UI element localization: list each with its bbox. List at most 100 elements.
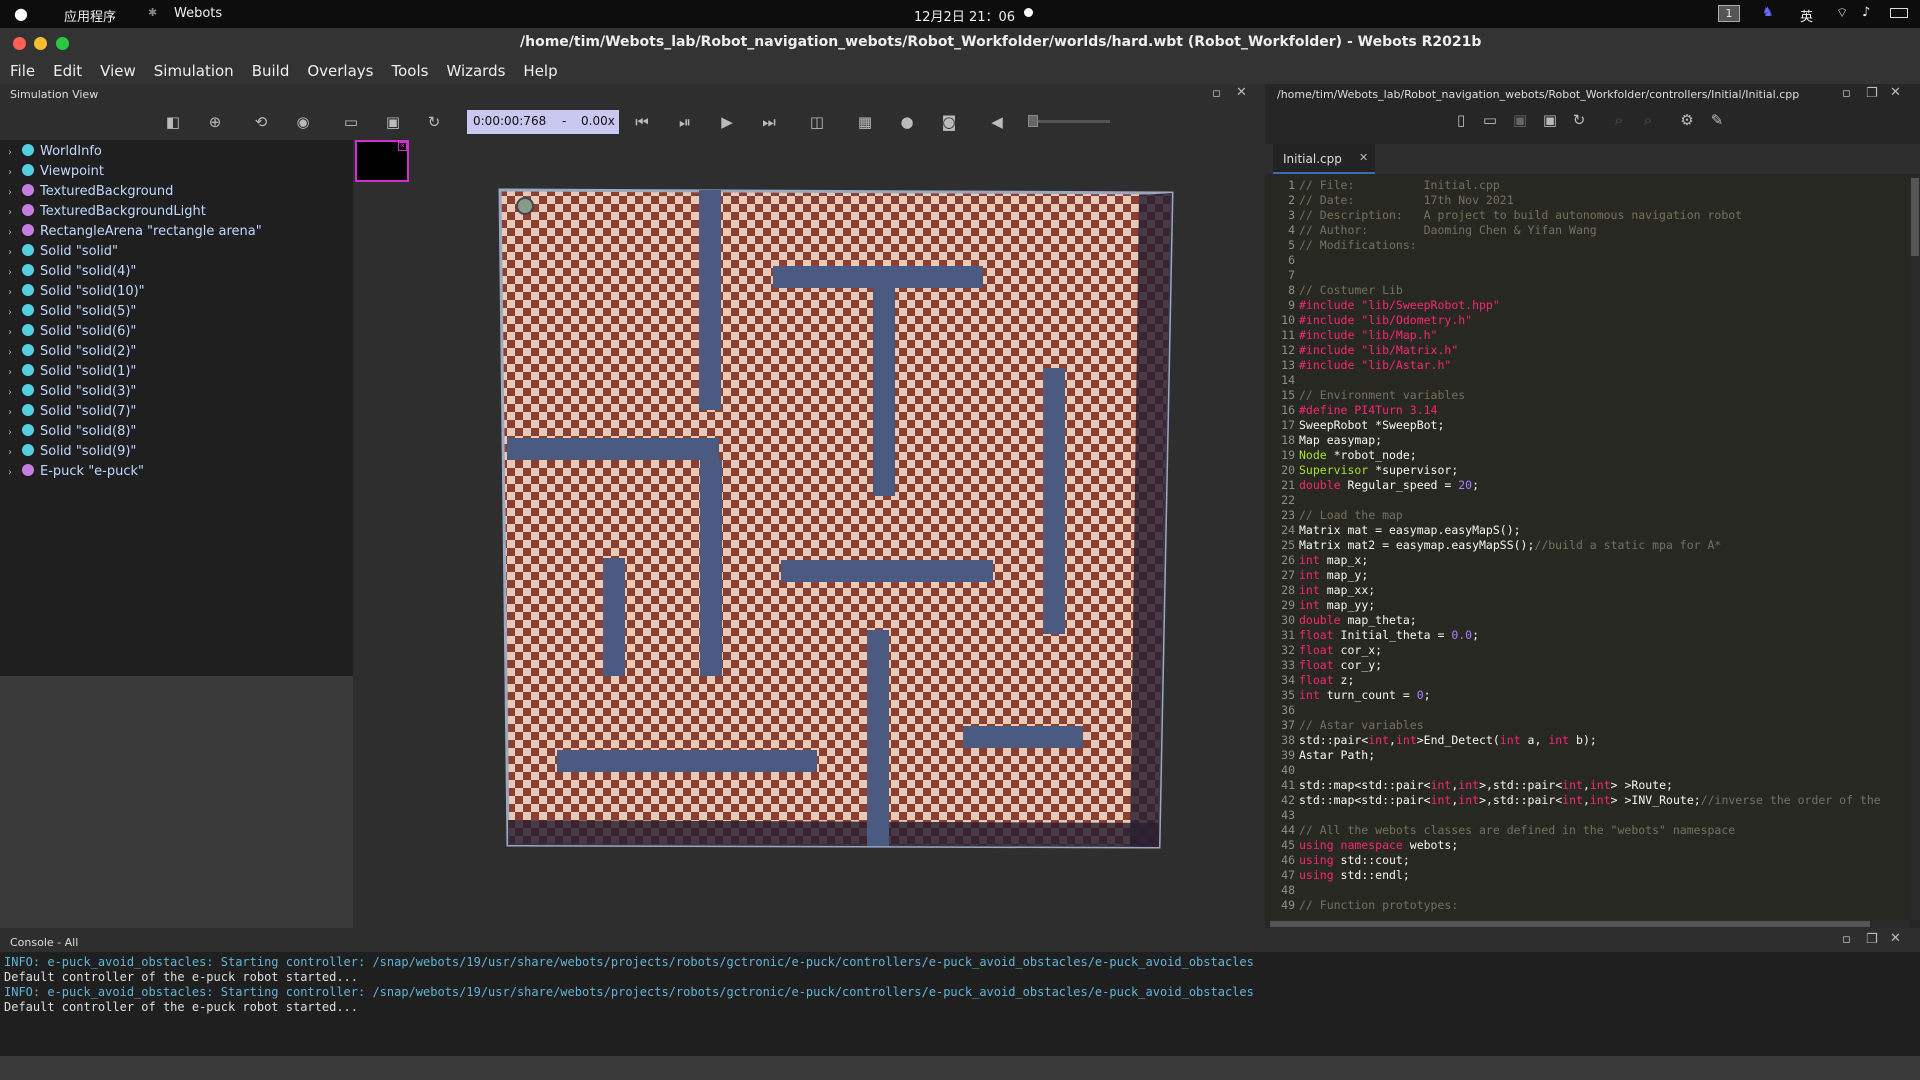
active-app-name[interactable]: Webots	[174, 6, 222, 21]
editor-tab[interactable]: Initial.cpp ✕	[1273, 144, 1375, 174]
input-method-indicator[interactable]: 英	[1800, 6, 1813, 25]
expand-arrow-icon[interactable]: ›	[8, 283, 22, 303]
expand-arrow-icon[interactable]: ›	[8, 303, 22, 323]
volume-icon[interactable]: ♪	[1862, 5, 1870, 20]
e-puck-robot[interactable]	[516, 197, 534, 215]
maximize-icon[interactable]: ❐	[1866, 86, 1878, 101]
step-icon[interactable]: ⏯	[675, 112, 695, 132]
build-icon[interactable]: ✎	[1707, 110, 1727, 130]
editor-vertical-scrollbar[interactable]	[1910, 176, 1920, 920]
wifi-icon[interactable]: ⌔	[1836, 5, 1848, 21]
scene-tree-node[interactable]: › Solid "solid(4)"	[8, 262, 136, 282]
scene-tree-node[interactable]: › Solid "solid(5)"	[8, 302, 136, 322]
expand-arrow-icon[interactable]: ›	[8, 143, 22, 163]
close-icon[interactable]: ✕	[1890, 85, 1901, 100]
step-back-icon[interactable]: ⏮	[632, 112, 652, 132]
scene-tree-node[interactable]: › WorldInfo	[8, 142, 102, 162]
undock-icon[interactable]: ▫	[1212, 86, 1221, 101]
editor-horizontal-scrollbar[interactable]	[1270, 920, 1910, 928]
scene-tree-node[interactable]: › Solid "solid"	[8, 242, 118, 262]
volume-slider-handle[interactable]	[1028, 115, 1038, 127]
scene-tree-node[interactable]: › TexturedBackground	[8, 182, 173, 202]
volume-slider[interactable]	[1028, 115, 1110, 127]
gear-icon[interactable]: ⚙	[1677, 110, 1697, 130]
menu-build[interactable]: Build	[252, 62, 290, 80]
apps-menu[interactable]: 应用程序	[64, 6, 116, 25]
save-world-icon[interactable]: ▣	[383, 112, 403, 132]
toggle-tree-icon[interactable]: ◧	[163, 112, 183, 132]
add-node-icon[interactable]: ⊕	[205, 112, 225, 132]
open-file-icon[interactable]: ▭	[1480, 110, 1500, 130]
scene-tree-node[interactable]: › Solid "solid(2)"	[8, 342, 136, 362]
menu-wizards[interactable]: Wizards	[446, 62, 505, 80]
record-icon[interactable]: ●	[897, 112, 917, 132]
expand-arrow-icon[interactable]: ›	[8, 383, 22, 403]
reset-view-icon[interactable]: ⟲	[251, 112, 271, 132]
scene-tree-node[interactable]: › Viewpoint	[8, 162, 104, 182]
scene-tree-node[interactable]: › Solid "solid(7)"	[8, 402, 136, 422]
reload-world-icon[interactable]: ↻	[424, 112, 444, 132]
undock-icon[interactable]: ▫	[1842, 932, 1851, 947]
eye-icon[interactable]: ◉	[293, 112, 313, 132]
scene-tree-node[interactable]: › Solid "solid(8)"	[8, 422, 136, 442]
undock-icon[interactable]: ▫	[1842, 86, 1851, 101]
close-tab-icon[interactable]: ✕	[1359, 151, 1368, 164]
scene-tree-node[interactable]: › Solid "solid(3)"	[8, 382, 136, 402]
editor-scrollbar-thumb[interactable]	[1911, 178, 1919, 256]
scene-tree-node[interactable]: › Solid "solid(6)"	[8, 322, 136, 342]
expand-arrow-icon[interactable]: ›	[8, 223, 22, 243]
scene-tree-node[interactable]: › Solid "solid(9)"	[8, 442, 136, 462]
scene-tree-node[interactable]: › Solid "solid(10)"	[8, 282, 145, 302]
revert-icon[interactable]: ↻	[1569, 110, 1589, 130]
expand-arrow-icon[interactable]: ›	[8, 423, 22, 443]
menu-simulation[interactable]: Simulation	[154, 62, 234, 80]
console-output[interactable]: INFO: e-puck_avoid_obstacles: Starting c…	[0, 952, 1920, 1056]
find-icon[interactable]: ⌕	[1609, 110, 1629, 130]
rectangle-arena[interactable]	[355, 140, 1263, 928]
close-icon[interactable]: ✕	[1236, 85, 1247, 100]
fast-forward-icon[interactable]: ⏭	[759, 112, 779, 132]
teams-icon[interactable]: ♞	[1762, 5, 1774, 20]
save-all-icon[interactable]: ▣	[1540, 110, 1560, 130]
minimize-window-button[interactable]	[34, 37, 47, 50]
menu-tools[interactable]: Tools	[391, 62, 428, 80]
expand-arrow-icon[interactable]: ›	[8, 363, 22, 383]
expand-arrow-icon[interactable]: ›	[8, 343, 22, 363]
expand-arrow-icon[interactable]: ›	[8, 263, 22, 283]
apple-icon[interactable]: ●	[14, 4, 28, 23]
clock[interactable]: 12月2日 21：06	[914, 6, 1015, 25]
workspace-indicator[interactable]: 1	[1718, 5, 1740, 22]
play-icon[interactable]: ▶	[717, 112, 737, 132]
menu-overlays[interactable]: Overlays	[307, 62, 373, 80]
camera-icon[interactable]: ◙	[939, 112, 959, 132]
battery-icon[interactable]	[1890, 8, 1908, 18]
new-file-icon[interactable]: ▯	[1451, 110, 1471, 130]
maximize-icon[interactable]: ❐	[1866, 932, 1878, 947]
code-editor[interactable]: 1 // File: Initial.cpp 2 // Date: 17th Nov …	[1265, 176, 1910, 920]
scene-tree-node[interactable]: › Solid "solid(1)"	[8, 362, 136, 382]
expand-arrow-icon[interactable]: ›	[8, 443, 22, 463]
open-world-icon[interactable]: ▭	[341, 112, 361, 132]
mute-icon[interactable]: ◀	[987, 112, 1007, 132]
scene-tree-node[interactable]: › E-puck "e-puck"	[8, 462, 144, 482]
3d-view[interactable]: ✕	[355, 140, 1263, 928]
scene-tree-node[interactable]: › RectangleArena "rectangle arena"	[8, 222, 262, 242]
save-file-icon[interactable]: ▣	[1510, 110, 1530, 130]
render-toggle-icon[interactable]: ◫	[807, 112, 827, 132]
expand-arrow-icon[interactable]: ›	[8, 183, 22, 203]
expand-arrow-icon[interactable]: ›	[8, 163, 22, 183]
menu-edit[interactable]: Edit	[53, 62, 82, 80]
menu-view[interactable]: View	[100, 62, 136, 80]
menu-help[interactable]: Help	[523, 62, 557, 80]
maximize-window-button[interactable]	[56, 37, 69, 50]
replace-icon[interactable]: ⌕	[1638, 110, 1658, 130]
editor-hscrollbar-thumb[interactable]	[1270, 921, 1870, 927]
render-mode-icon[interactable]: ▦	[855, 112, 875, 132]
expand-arrow-icon[interactable]: ›	[8, 403, 22, 423]
expand-arrow-icon[interactable]: ›	[8, 243, 22, 263]
scene-tree-node[interactable]: › TexturedBackgroundLight	[8, 202, 206, 222]
expand-arrow-icon[interactable]: ›	[8, 323, 22, 343]
expand-arrow-icon[interactable]: ›	[8, 463, 22, 483]
menu-file[interactable]: File	[10, 62, 35, 80]
close-window-button[interactable]	[13, 37, 26, 50]
